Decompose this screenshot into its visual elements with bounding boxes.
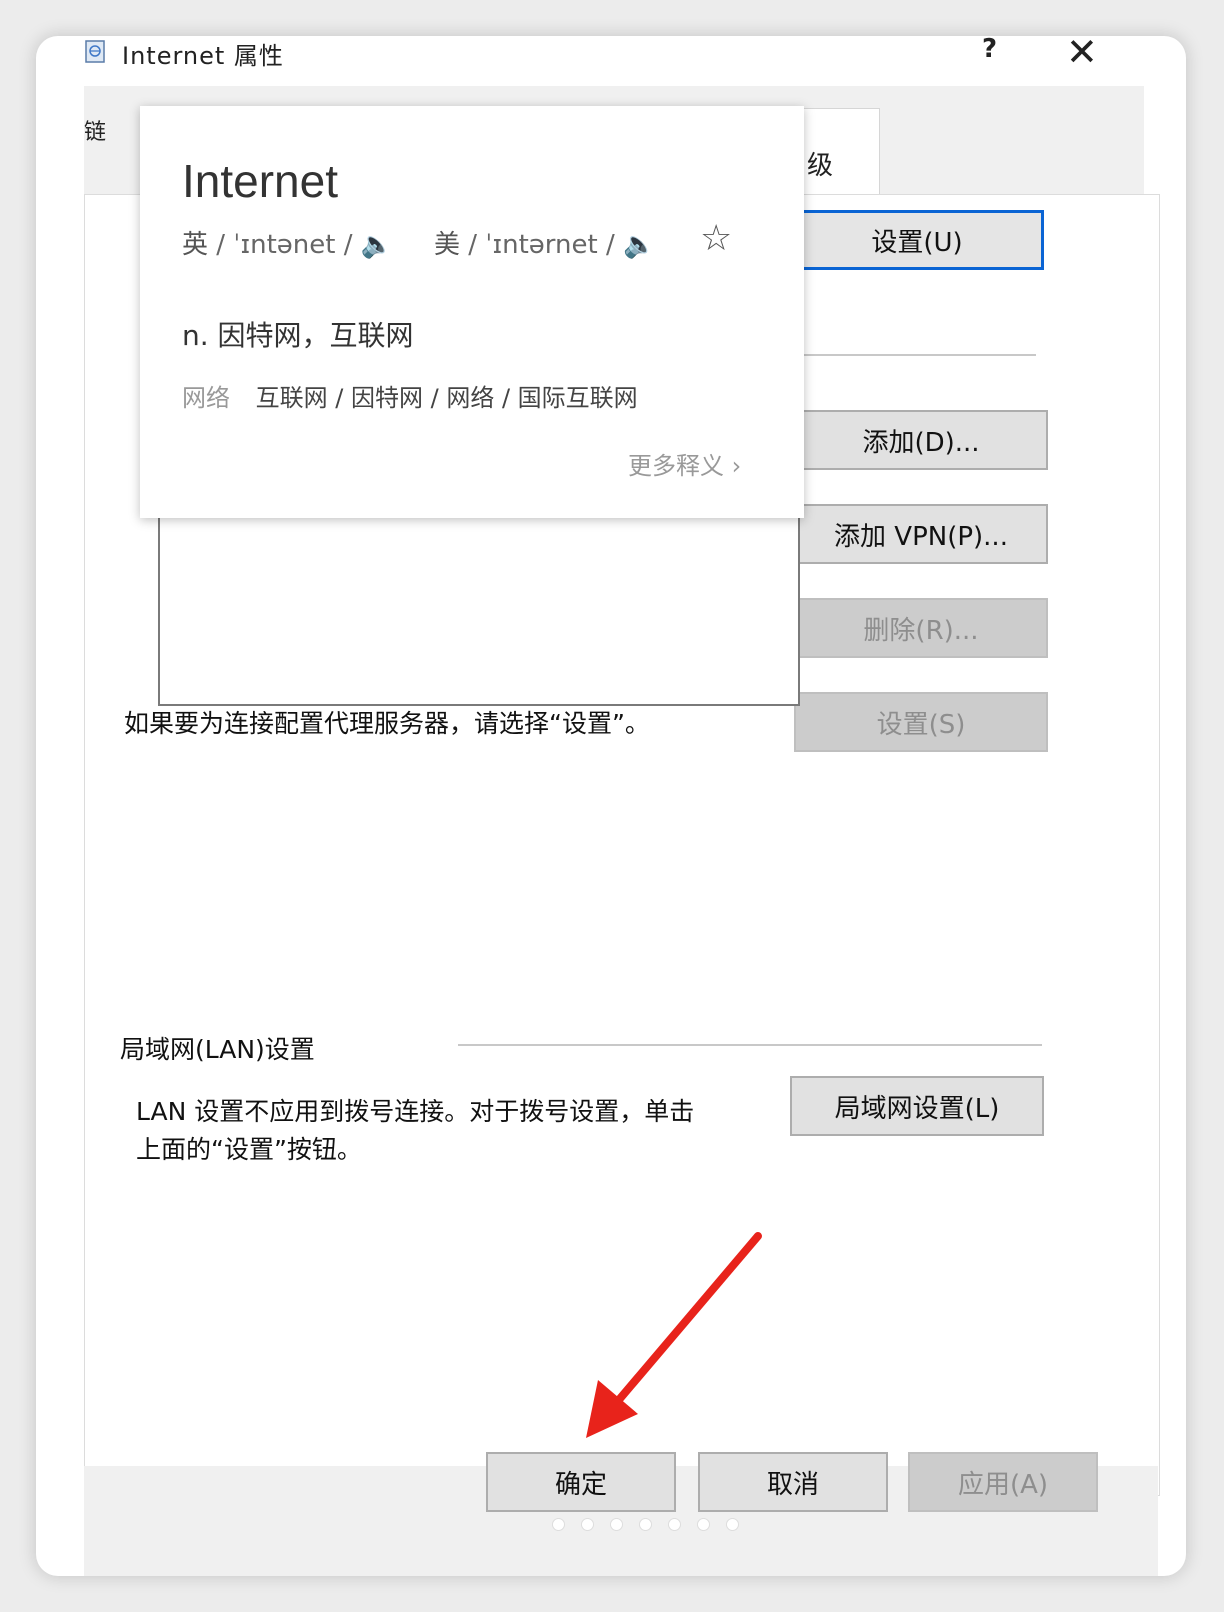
star-icon[interactable]: ☆ <box>700 218 732 259</box>
uk-phonetic: / ˈɪntənet / <box>216 230 353 260</box>
popup-word: Internet <box>182 155 338 207</box>
dictionary-popup: Internet 英 / ˈɪntənet / 🔈 美 / ˈɪntərnet … <box>140 106 804 518</box>
uk-label: 英 <box>182 230 209 260</box>
popup-net-meanings: 网络 互联网 / 因特网 / 网络 / 国际互联网 <box>182 378 638 413</box>
net-tag: 网络 <box>182 384 230 412</box>
us-phonetic: / ˈɪntərnet / <box>468 230 615 260</box>
popup-definition: n. 因特网，互联网 <box>182 319 414 352</box>
uk-pronunciation: 英 / ˈɪntənet / 🔈 <box>182 224 393 261</box>
more-definitions-link[interactable]: 更多释义 › <box>628 446 741 481</box>
us-label: 美 <box>434 230 461 260</box>
internet-properties-window: Internet 属性 ? ✕ 链 级 设置(U) 添加(D)... 添加 VP… <box>36 36 1186 1576</box>
net-meanings: 互联网 / 因特网 / 网络 / 国际互联网 <box>255 384 638 412</box>
speaker-icon[interactable]: 🔈 <box>361 230 393 260</box>
us-pronunciation: 美 / ˈɪntərnet / 🔈 <box>434 224 655 261</box>
speaker-icon[interactable]: 🔈 <box>623 230 655 260</box>
